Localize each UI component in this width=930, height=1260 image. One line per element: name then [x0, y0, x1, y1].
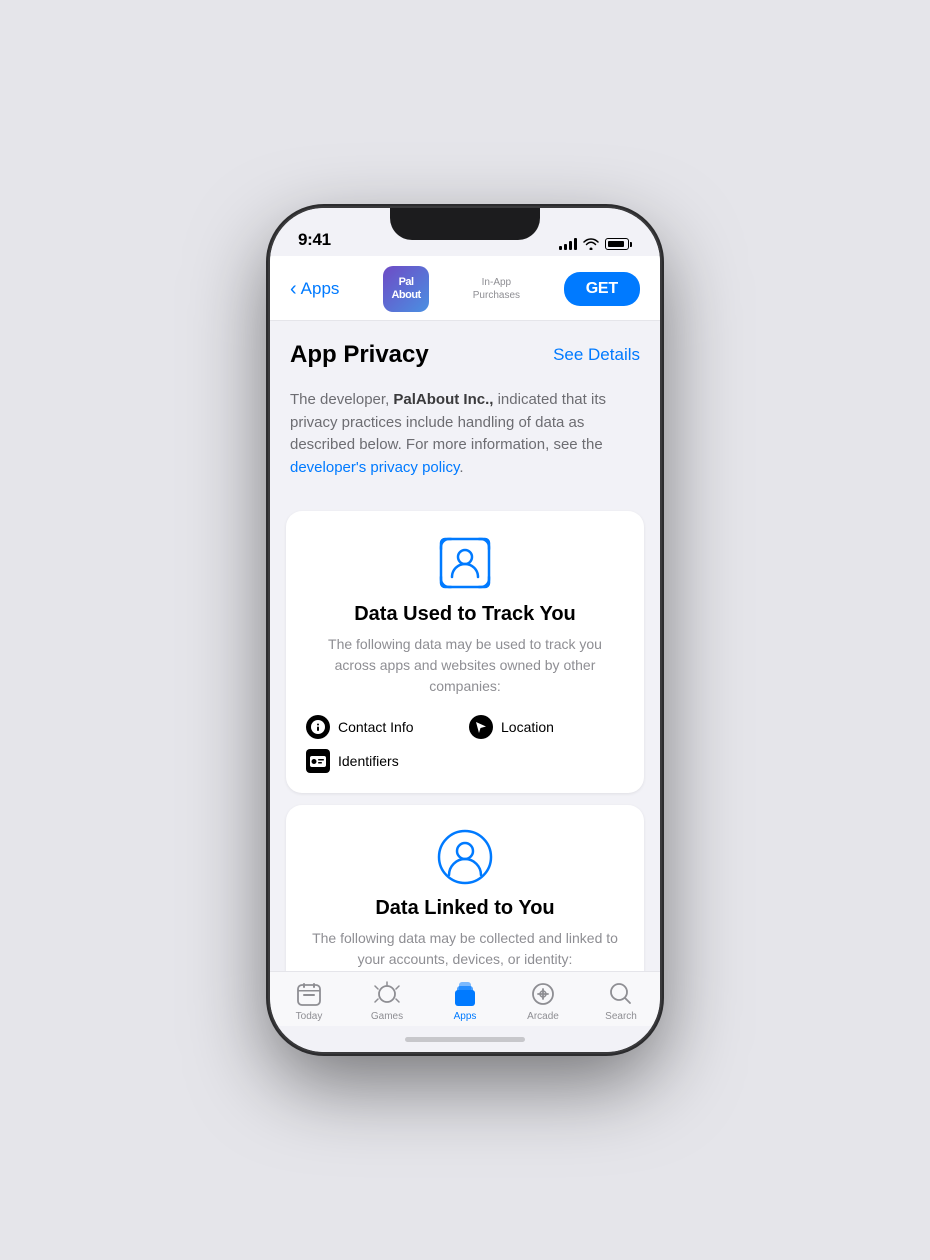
scroll-content[interactable]: App Privacy See Details The developer, P…: [270, 321, 660, 971]
home-bar: [405, 1037, 525, 1042]
app-info: PalAbout: [383, 266, 429, 312]
tab-bar: Today Games: [270, 971, 660, 1026]
track-identifiers-label: Identifiers: [338, 753, 399, 769]
track-location-label: Location: [501, 719, 554, 735]
tab-today-label: Today: [296, 1011, 323, 1022]
games-icon: [373, 980, 401, 1008]
nav-bar: ‹ Apps PalAbout In-AppPurchases GET: [270, 256, 660, 321]
phone-frame: 9:41 ‹: [270, 208, 660, 1052]
track-card: Data Used to Track You The following dat…: [286, 511, 644, 793]
track-card-title: Data Used to Track You: [306, 603, 624, 626]
app-icon-text: PalAbout: [391, 276, 420, 302]
search-icon: [607, 980, 635, 1008]
signal-icon: [559, 238, 577, 250]
status-time: 9:41: [298, 230, 331, 250]
linked-you-icon: [437, 829, 493, 885]
tab-search[interactable]: Search: [582, 980, 660, 1022]
tab-apps[interactable]: Apps: [426, 980, 504, 1022]
tab-apps-label: Apps: [454, 1011, 477, 1022]
today-icon: [295, 980, 323, 1008]
notch: [390, 208, 540, 240]
track-items-grid: Contact Info Location: [306, 715, 624, 773]
home-indicator: [270, 1026, 660, 1052]
track-icon-wrapper: [306, 535, 624, 591]
privacy-header-section: App Privacy See Details The developer, P…: [270, 321, 660, 501]
tab-games-label: Games: [371, 1011, 403, 1022]
tab-search-label: Search: [605, 1011, 637, 1022]
status-icons: [559, 238, 632, 250]
tab-games[interactable]: Games: [348, 980, 426, 1022]
privacy-description: The developer, PalAbout Inc., indicated …: [290, 389, 640, 479]
tab-today[interactable]: Today: [270, 980, 348, 1022]
app-privacy-title: App Privacy: [290, 341, 429, 369]
privacy-policy-link[interactable]: developer's privacy policy: [290, 459, 459, 476]
back-button[interactable]: ‹ Apps: [290, 279, 339, 299]
developer-name: PalAbout Inc.,: [393, 391, 493, 408]
wifi-icon: [583, 238, 599, 250]
id-card-icon: [306, 749, 330, 773]
track-contact-label: Contact Info: [338, 719, 414, 735]
privacy-header-row: App Privacy See Details: [290, 341, 640, 379]
chevron-left-icon: ‹: [290, 279, 297, 299]
location-arrow-icon: [469, 715, 493, 739]
battery-icon: [605, 238, 632, 250]
track-item-identifiers: Identifiers: [306, 749, 461, 773]
linked-card-title: Data Linked to You: [306, 897, 624, 920]
arcade-icon: [529, 980, 557, 1008]
app-icon: PalAbout: [383, 266, 429, 312]
purchase-info: In-AppPurchases: [473, 276, 520, 302]
linked-card: Data Linked to You The following data ma…: [286, 805, 644, 971]
track-you-icon: [437, 535, 493, 591]
linked-icon-wrapper: [306, 829, 624, 885]
linked-card-description: The following data may be collected and …: [306, 928, 624, 970]
phone-screen: 9:41 ‹: [270, 208, 660, 1052]
in-app-label: In-AppPurchases: [473, 276, 520, 302]
back-label: Apps: [301, 279, 340, 299]
track-card-description: The following data may be used to track …: [306, 634, 624, 697]
tab-arcade[interactable]: Arcade: [504, 980, 582, 1022]
get-button[interactable]: GET: [564, 272, 640, 306]
info-circle-icon: [306, 715, 330, 739]
apps-icon: [451, 980, 479, 1008]
track-item-contact: Contact Info: [306, 715, 461, 739]
see-details-link[interactable]: See Details: [553, 345, 640, 365]
track-item-location: Location: [469, 715, 624, 739]
tab-arcade-label: Arcade: [527, 1011, 559, 1022]
